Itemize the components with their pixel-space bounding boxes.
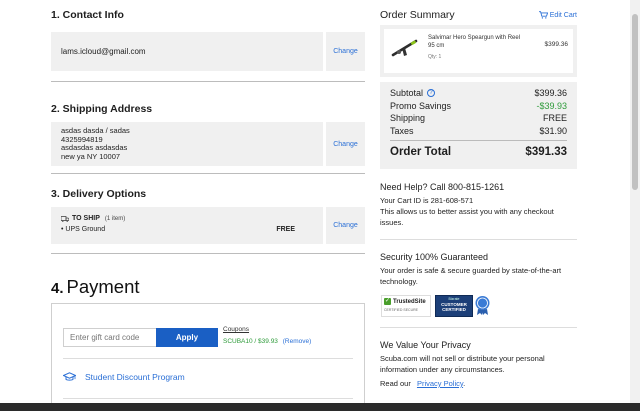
delivery-box: TO SHIP (1 item) • UPS Ground FREE Chang… <box>51 207 365 244</box>
payment-box: Apply Coupons SCUBA10 / $39.93 (Remove) … <box>51 303 365 411</box>
promo-row: Promo Savings -$39.93 <box>390 100 567 113</box>
bizrate-mid: CUSTOMER CERTIFIED <box>441 302 467 312</box>
vertical-scrollbar[interactable] <box>630 0 640 411</box>
promo-value: -$39.93 <box>536 100 567 111</box>
divider <box>51 253 365 254</box>
order-total-row: Order Total $391.33 <box>390 146 567 158</box>
help-desc: This allows us to better assist you with… <box>380 207 554 227</box>
coupon-code: SCUBA10 / $39.93 <box>223 338 278 345</box>
contact-section-title: 1. Contact Info <box>51 9 124 21</box>
period: . <box>463 379 466 388</box>
product-name: Salvimar Hero Speargun with Reel 95 cm <box>428 35 521 49</box>
security-title: Security 100% Guaranteed <box>380 252 489 262</box>
payment-section-title: 4. Payment <box>51 276 140 297</box>
order-total-value: $391.33 <box>525 146 567 158</box>
order-summary-title: Order Summary <box>380 9 455 21</box>
divider <box>63 398 353 399</box>
apply-button[interactable]: Apply <box>156 328 218 347</box>
truck-icon <box>60 215 70 222</box>
info-icon[interactable]: ? <box>427 89 436 98</box>
trustedsite-sub: CERTIFIED SECURE <box>384 308 418 312</box>
delivery-change-button[interactable]: Change <box>323 207 365 244</box>
contact-change-button[interactable]: Change <box>323 32 365 71</box>
trustedsite-label: TrustedSite <box>393 298 426 305</box>
divider <box>63 358 353 359</box>
divider <box>380 239 577 240</box>
shipping-section-title: 2. Shipping Address <box>51 103 153 115</box>
scrollbar-thumb[interactable] <box>632 14 638 190</box>
shipping-box: asdas dasda / sadas 4325994819 asdasdas … <box>51 122 365 166</box>
privacy-desc: Scuba.com will not sell or distribute yo… <box>380 354 545 374</box>
edit-cart-link[interactable]: Edit Cart <box>538 11 577 19</box>
privacy-policy-line: Read our Privacy Policy. <box>380 378 465 389</box>
subtotal-value: $399.36 <box>534 88 567 98</box>
contact-box: lams.icloud@gmail.com Change <box>51 32 365 71</box>
to-ship-label: TO SHIP <box>72 215 100 222</box>
divider <box>380 327 577 328</box>
shipping-change-button[interactable]: Change <box>323 122 365 166</box>
help-title: Need Help? Call 800-815-1261 <box>380 182 505 192</box>
shipping-price: FREE <box>276 226 295 233</box>
subtotal-row: Subtotal ? $399.36 <box>390 87 567 100</box>
contact-email: lams.icloud@gmail.com <box>61 47 146 56</box>
totals-box: Subtotal ? $399.36 Promo Savings -$39.93… <box>380 82 577 169</box>
product-card[interactable]: Salvimar Hero Speargun with Reel 95 cm Q… <box>384 29 573 73</box>
check-icon: ✓ <box>384 298 391 305</box>
product-card-area: Salvimar Hero Speargun with Reel 95 cm Q… <box>380 25 577 77</box>
bizrate-top: Bizrate <box>448 297 460 301</box>
product-qty: Qty: 1 <box>428 54 442 60</box>
trustedsite-badge[interactable]: ✓ TrustedSite CERTIFIED SECURE <box>381 295 431 317</box>
promo-label: Promo Savings <box>390 100 452 111</box>
shipping-method: • UPS Ground <box>61 226 106 233</box>
gift-card-input[interactable] <box>63 328 157 347</box>
bottom-bar <box>0 403 640 411</box>
shipping-value: FREE <box>542 113 567 123</box>
bizrate-badge[interactable]: Bizrate CUSTOMER CERTIFIED <box>435 295 473 317</box>
taxes-label: Taxes <box>390 125 414 136</box>
product-image <box>390 35 420 63</box>
taxes-value: $31.90 <box>539 125 567 136</box>
delivery-section-title: 3. Delivery Options <box>51 188 147 200</box>
read-our-text: Read our <box>380 379 411 388</box>
item-count: (1 item) <box>104 215 126 222</box>
divider <box>51 81 365 82</box>
security-seal-icon <box>475 295 490 315</box>
taxes-row: Taxes $31.90 <box>390 125 567 138</box>
student-discount-link[interactable]: Student Discount Program <box>62 372 185 382</box>
divider <box>51 173 365 174</box>
cart-icon <box>538 11 548 19</box>
security-desc: Your order is safe & secure guarded by s… <box>380 266 562 286</box>
cart-id: Your Cart ID is 281-608-571 <box>380 196 474 205</box>
graduation-cap-icon <box>62 372 77 382</box>
applied-coupon: SCUBA10 / $39.93 (Remove) <box>223 338 311 345</box>
privacy-policy-link[interactable]: Privacy Policy <box>417 379 463 388</box>
address-line: new ya NY 10007 <box>61 151 121 161</box>
shipping-row: Shipping FREE <box>390 112 567 125</box>
subtotal-label: Subtotal <box>390 88 424 98</box>
coupons-link[interactable]: Coupons <box>223 326 249 333</box>
remove-coupon-link[interactable]: (Remove) <box>283 338 312 345</box>
privacy-title: We Value Your Privacy <box>380 340 471 350</box>
product-price: $399.36 <box>544 41 569 48</box>
shipping-label: Shipping <box>390 113 426 123</box>
divider <box>390 140 567 141</box>
order-total-label: Order Total <box>390 146 452 158</box>
